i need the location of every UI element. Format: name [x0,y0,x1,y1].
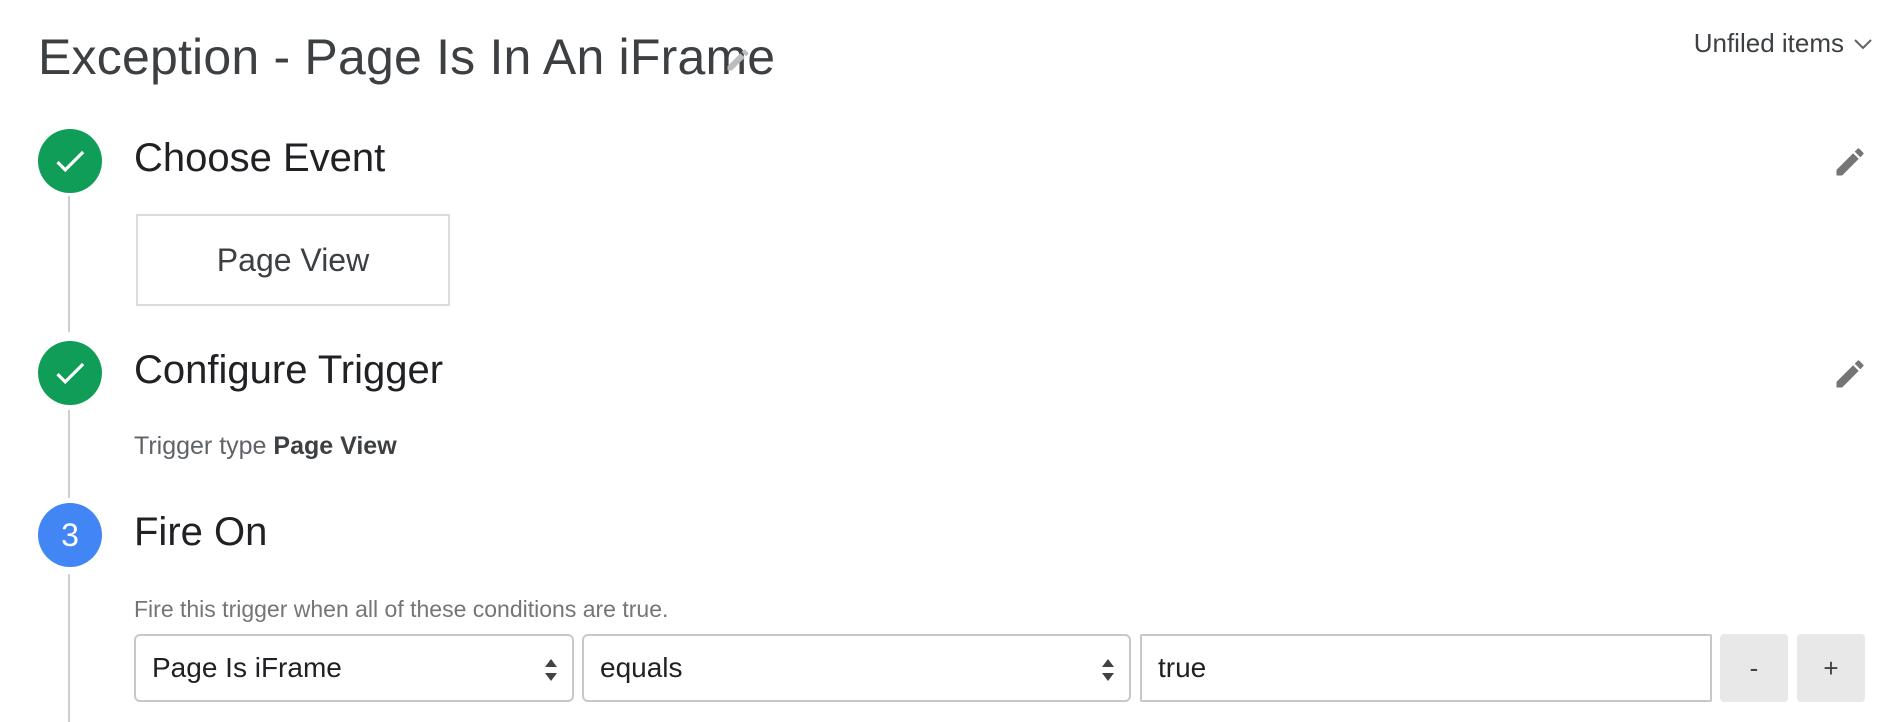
trigger-type-label: Trigger type [134,432,267,460]
operator-select[interactable]: equals [582,634,1131,702]
edit-title-icon[interactable] [724,46,752,74]
value-input-text: true [1158,652,1207,683]
edit-step-2-icon[interactable] [1832,356,1868,392]
variable-select[interactable]: Page Is iFrame [134,634,574,702]
trigger-type-text: Trigger type Page View [134,432,397,461]
timeline-connector [68,410,70,498]
select-arrows-icon [545,659,557,681]
edit-step-1-icon[interactable] [1832,144,1868,180]
value-input[interactable]: true [1140,634,1712,702]
trigger-type-value: Page View [273,432,397,460]
step-1-complete-icon [38,129,102,193]
variable-select-value: Page Is iFrame [152,652,342,683]
step-2-complete-icon [38,341,102,405]
step-2-title: Configure Trigger [134,348,444,392]
folder-selector[interactable]: Unfiled items [1694,28,1872,59]
condition-hint: Fire this trigger when all of these cond… [134,596,669,622]
remove-condition-button[interactable]: - [1720,634,1788,702]
timeline-connector [68,574,70,722]
page-title: Exception - Page Is In An iFrame [38,29,776,85]
folder-label: Unfiled items [1693,28,1844,58]
step-3-title: Fire On [134,510,268,554]
add-condition-button[interactable]: + [1797,634,1865,702]
operator-select-value: equals [600,652,683,683]
step-1-title: Choose Event [134,136,386,180]
select-arrows-icon [1102,659,1114,681]
timeline-connector [68,196,70,332]
chevron-down-icon [1854,38,1872,49]
step-3-number: 3 [38,503,102,567]
event-card-page-view[interactable]: Page View [136,214,450,306]
